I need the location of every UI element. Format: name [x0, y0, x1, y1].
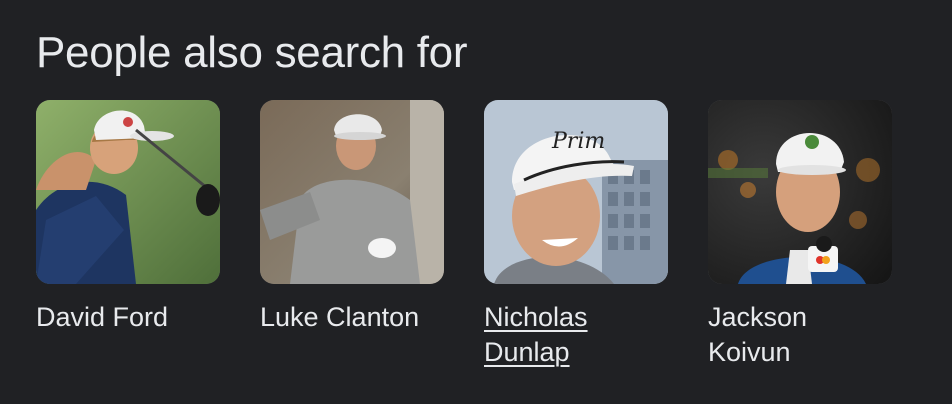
people-carousel: David Ford Luke Clanton Prim Nicholas Du…	[36, 100, 892, 370]
person-card-david-ford[interactable]: David Ford	[36, 100, 220, 370]
person-photo[interactable]: Prim	[484, 100, 668, 284]
svg-text:Prim: Prim	[551, 129, 605, 154]
person-photo[interactable]	[708, 100, 892, 284]
section-heading: People also search for	[36, 28, 468, 77]
person-name[interactable]: David Ford	[36, 300, 220, 335]
person-photo[interactable]	[260, 100, 444, 284]
person-card-nicholas-dunlap[interactable]: Prim Nicholas Dunlap	[484, 100, 668, 370]
person-name[interactable]: Jackson Koivun	[708, 300, 892, 370]
person-photo[interactable]	[36, 100, 220, 284]
person-card-jackson-koivun[interactable]: Jackson Koivun	[708, 100, 892, 370]
person-name[interactable]: Luke Clanton	[260, 300, 444, 335]
person-card-luke-clanton[interactable]: Luke Clanton	[260, 100, 444, 370]
person-name[interactable]: Nicholas Dunlap	[484, 300, 668, 370]
